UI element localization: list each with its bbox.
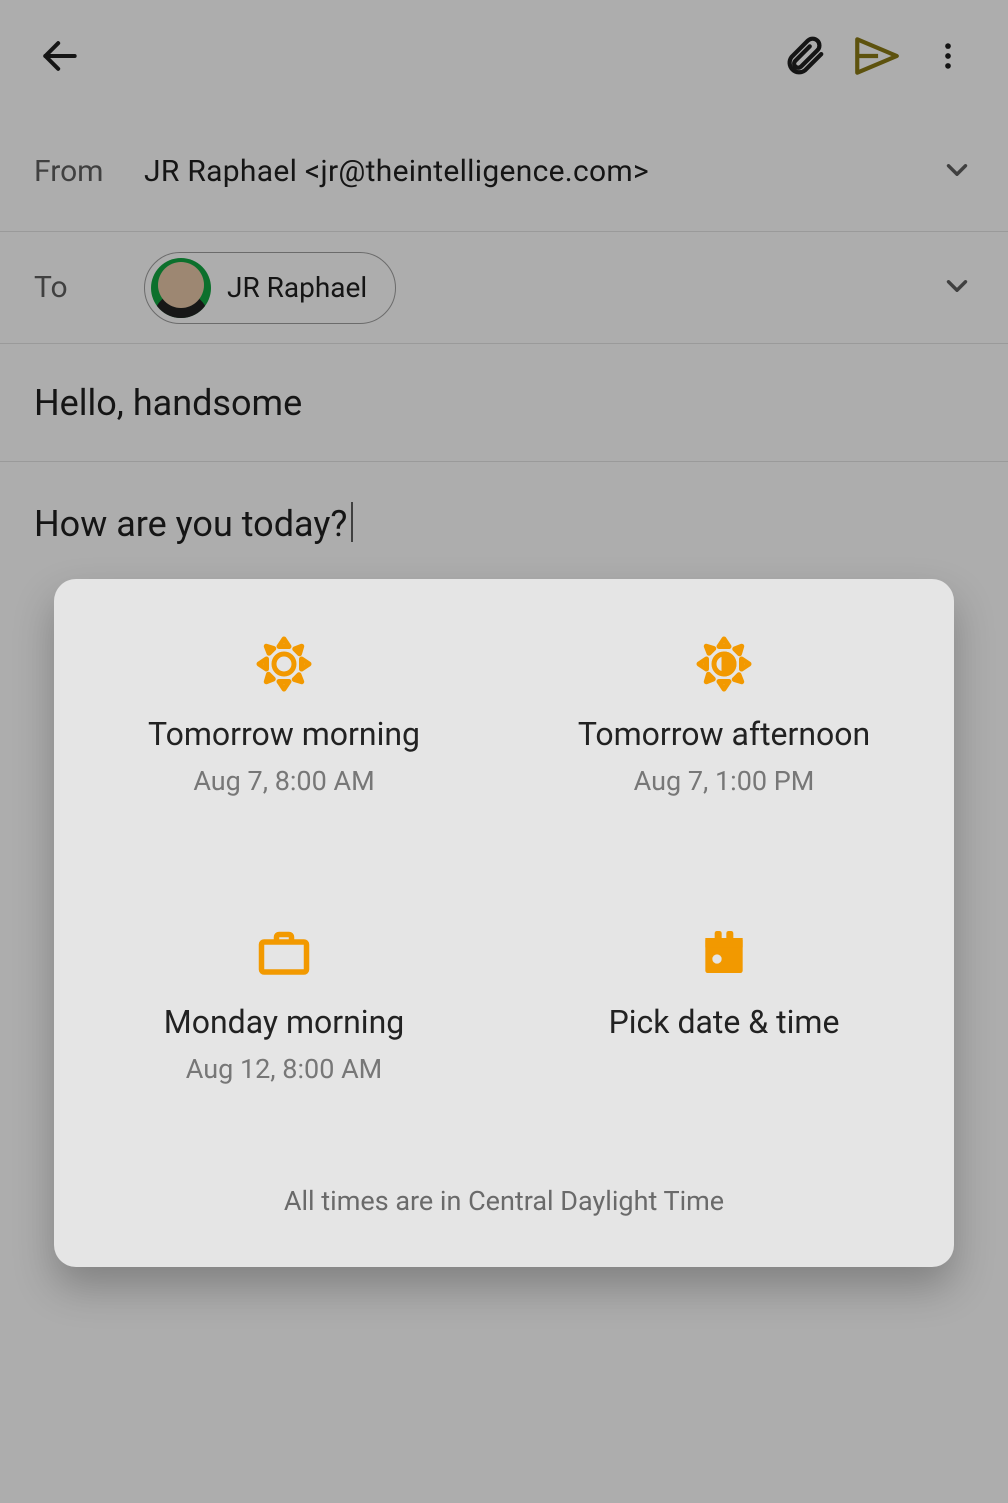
timezone-note: All times are in Central Daylight Time (74, 1185, 934, 1217)
option-monday-morning[interactable]: Monday morning Aug 12, 8:00 AM (74, 917, 494, 1085)
option-title: Tomorrow afternoon (578, 715, 870, 753)
option-title: Monday morning (164, 1003, 404, 1041)
calendar-icon (696, 917, 752, 987)
briefcase-icon (254, 917, 314, 987)
option-subtitle: Aug 12, 8:00 AM (186, 1053, 383, 1085)
compose-screen: From JR Raphael <jr@theintelligence.com>… (0, 0, 1008, 1503)
sun-afternoon-icon (694, 629, 754, 699)
schedule-send-sheet: Tomorrow morning Aug 7, 8:00 AM Tomorrow… (54, 579, 954, 1267)
schedule-options-grid: Tomorrow morning Aug 7, 8:00 AM Tomorrow… (74, 629, 934, 1085)
option-title: Tomorrow morning (148, 715, 420, 753)
option-tomorrow-morning[interactable]: Tomorrow morning Aug 7, 8:00 AM (74, 629, 494, 797)
sun-morning-icon (254, 629, 314, 699)
option-tomorrow-afternoon[interactable]: Tomorrow afternoon Aug 7, 1:00 PM (514, 629, 934, 797)
option-pick-date-time[interactable]: Pick date & time (514, 917, 934, 1085)
option-title: Pick date & time (609, 1003, 840, 1041)
option-subtitle: Aug 7, 1:00 PM (634, 765, 815, 797)
option-subtitle: Aug 7, 8:00 AM (193, 765, 374, 797)
